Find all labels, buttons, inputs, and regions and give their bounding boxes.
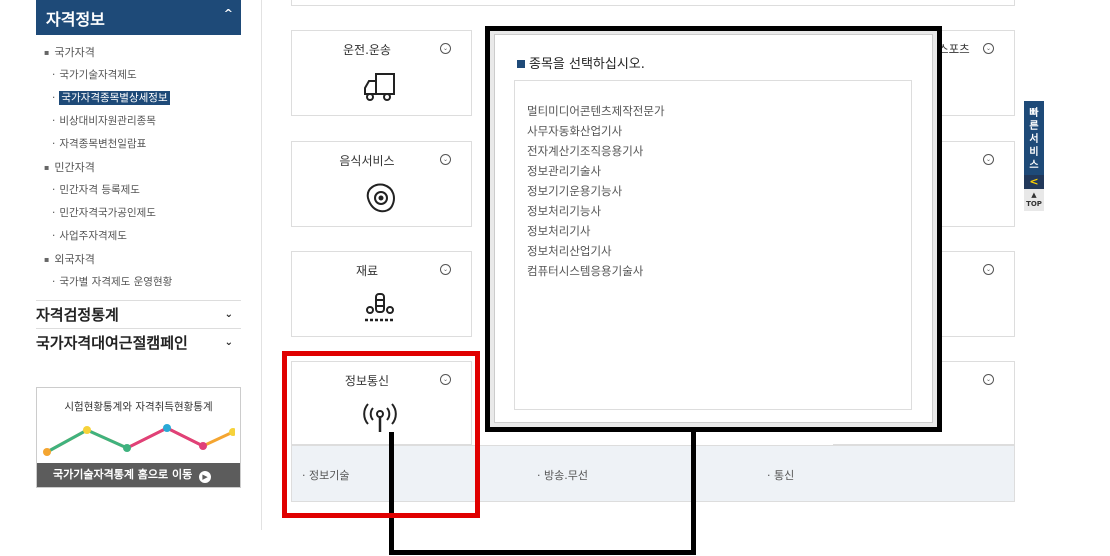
sidebar-item-private[interactable]: 민간자격 <box>36 156 241 179</box>
sidebar-item-history[interactable]: 자격종목변천일람표 <box>36 133 241 156</box>
quick-service-bar: 빠른서비스 < ▲ TOP <box>1024 101 1044 211</box>
quick-service-label: 빠른서비스 <box>1029 108 1039 171</box>
sidebar-section-campaign-label: 국가자격대여근절캠페인 <box>36 334 188 352</box>
sidebar-menu: 국가자격 국가기술자격제도 국가자격종목별상세정보 비상대비자원관리종목 자격종… <box>36 41 241 294</box>
popup-title-text: 종목을 선택하십시오. <box>529 57 645 72</box>
sidebar-item-emergency[interactable]: 비상대비자원관리종목 <box>36 110 241 133</box>
banner-title: 시험현황통계와 자격취득현황통계 <box>64 401 213 413</box>
sidebar-item-detail-label: 국가자격종목별상세정보 <box>59 91 170 105</box>
list-item[interactable]: 정보기기운용기능사 <box>527 181 911 201</box>
materials-icon <box>365 293 395 322</box>
stats-banner[interactable]: 시험현황통계와 자격취득현황통계 국가기술자격통계 홈으로 이동 ▶ <box>36 387 241 488</box>
collapse-arrow-icon[interactable]: < <box>1024 175 1044 189</box>
chevron-up-icon: ^ <box>223 7 233 20</box>
sidebar: 자격정보 ^ 국가자격 국가기술자격제도 국가자격종목별상세정보 비상대비자원관… <box>36 0 241 488</box>
list-item[interactable]: 사무자동화산업기사 <box>527 121 911 141</box>
list-item[interactable]: 컴퓨터시스템응용기술사 <box>527 261 911 281</box>
list-item[interactable]: 정보관리기술사 <box>527 161 911 181</box>
category-materials[interactable]: 재료 ⌄ <box>291 251 472 337</box>
list-item[interactable]: 전자계산기조직응용기사 <box>527 141 911 161</box>
popup-body: 종목을 선택하십시오. 멀티미디어콘텐츠제작전문가 사무자동화산업기사 전자계산… <box>494 34 933 423</box>
bullet-icon <box>517 60 525 68</box>
grid-top-row <box>291 0 1015 6</box>
line-graph-icon <box>43 424 235 456</box>
sidebar-item-foreign-status[interactable]: 국가별 자격제도 운영현황 <box>36 271 241 294</box>
sidebar-item-private-certify[interactable]: 민간자격국가공인제도 <box>36 202 241 225</box>
sidebar-item-detail[interactable]: 국가자격종목별상세정보 <box>36 87 241 110</box>
chevron-down-icon[interactable]: ⌄ <box>440 264 451 275</box>
sidebar-section-stats[interactable]: 자격검정통계 ⌄ <box>36 300 241 328</box>
quick-service-button[interactable]: 빠른서비스 <box>1024 101 1044 175</box>
sidebar-section-campaign[interactable]: 국가자격대여근절캠페인 ⌄ <box>36 328 241 356</box>
chevron-down-icon[interactable]: ⌄ <box>983 43 994 54</box>
sidebar-header[interactable]: 자격정보 ^ <box>36 0 241 35</box>
chevron-down-icon: ⌄ <box>224 309 233 320</box>
divider <box>261 0 262 530</box>
item-select-popup: 종목을 선택하십시오. 멀티미디어콘텐츠제작전문가 사무자동화산업기사 전자계산… <box>485 26 942 432</box>
popup-item-list: 멀티미디어콘텐츠제작전문가 사무자동화산업기사 전자계산기조직응용기사 정보관리… <box>514 80 912 410</box>
sidebar-item-private-register[interactable]: 민간자격 등록제도 <box>36 179 241 202</box>
sidebar-item-foreign[interactable]: 외국자격 <box>36 248 241 271</box>
list-item[interactable]: 정보처리산업기사 <box>527 241 911 261</box>
category-name: 운전.운송 <box>343 43 391 57</box>
sidebar-item-national[interactable]: 국가자격 <box>36 41 241 64</box>
category-name: 음식서비스 <box>339 154 395 168</box>
sidebar-section-stats-label: 자격검정통계 <box>36 306 119 324</box>
category-name: 재료 <box>355 264 379 278</box>
sidebar-item-employer[interactable]: 사업주자격제도 <box>36 225 241 248</box>
chevron-down-icon: ⌄ <box>224 337 233 348</box>
play-icon: ▶ <box>199 471 212 483</box>
highlight-box <box>282 351 480 518</box>
chevron-down-icon[interactable]: ⌄ <box>983 374 994 385</box>
category-food[interactable]: 음식서비스 ⌄ <box>291 141 472 227</box>
category-cell[interactable]: 스포츠 ⌄ <box>938 30 1015 116</box>
subcategory-telecom[interactable]: · 통신 <box>767 467 794 483</box>
sidebar-item-national-tech[interactable]: 국가기술자격제도 <box>36 64 241 87</box>
category-partial-name: 스포츠 <box>938 42 970 56</box>
banner-footer-label: 국가기술자격통계 홈으로 이동 <box>53 468 193 481</box>
list-item[interactable]: 정보처리기사 <box>527 221 911 241</box>
chevron-down-icon[interactable]: ⌄ <box>440 154 451 165</box>
list-item[interactable]: 멀티미디어콘텐츠제작전문가 <box>527 101 911 121</box>
chevron-down-icon[interactable]: ⌄ <box>983 154 994 165</box>
popup-title: 종목을 선택하십시오. <box>517 53 645 72</box>
banner-footer[interactable]: 국가기술자격통계 홈으로 이동 ▶ <box>37 463 240 487</box>
category-driving[interactable]: 운전.운송 ⌄ <box>291 30 472 116</box>
chevron-down-icon[interactable]: ⌄ <box>440 43 451 54</box>
category-cell[interactable]: ⌄ <box>942 251 1015 337</box>
category-cell[interactable]: ⌄ <box>942 141 1015 227</box>
truck-icon <box>364 73 395 101</box>
top-button[interactable]: ▲ TOP <box>1024 189 1044 211</box>
top-button-label: TOP <box>1026 200 1042 208</box>
chevron-down-icon[interactable]: ⌄ <box>983 264 994 275</box>
list-item[interactable]: 정보처리기능사 <box>527 201 911 221</box>
sidebar-header-title: 자격정보 <box>46 10 105 29</box>
egg-icon <box>366 183 395 213</box>
